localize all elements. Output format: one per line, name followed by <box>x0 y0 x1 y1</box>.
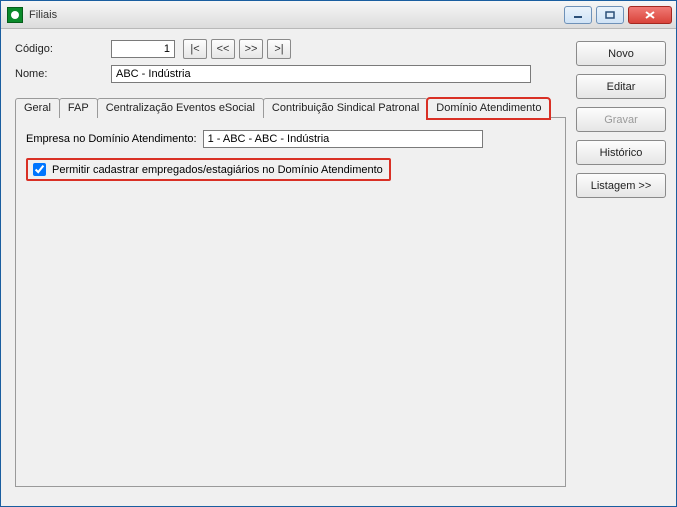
tab-fap[interactable]: FAP <box>59 98 98 118</box>
window-title: Filiais <box>29 9 564 21</box>
tabs: Geral FAP Centralização Eventos eSocial … <box>15 97 566 487</box>
codigo-input[interactable] <box>111 40 175 58</box>
codigo-label: Código: <box>15 43 111 55</box>
tab-panel-dominio: Empresa no Domínio Atendimento: Permitir… <box>15 117 566 487</box>
gravar-button[interactable]: Gravar <box>576 107 666 132</box>
novo-button[interactable]: Novo <box>576 41 666 66</box>
window-filial: Filiais Código: |< << >> >| <box>0 0 677 507</box>
nav-next-button[interactable]: >> <box>239 39 263 59</box>
maximize-button[interactable] <box>596 6 624 24</box>
main-area: Código: |< << >> >| Nome: Geral FAP Cent… <box>15 39 566 496</box>
close-icon <box>644 10 656 20</box>
minimize-icon <box>573 11 583 19</box>
nome-input[interactable] <box>111 65 531 83</box>
permitir-cadastrar-label: Permitir cadastrar empregados/estagiário… <box>52 164 383 176</box>
tab-dominio-atendimento[interactable]: Domínio Atendimento <box>427 98 550 119</box>
row-nome: Nome: <box>15 65 566 83</box>
close-button[interactable] <box>628 6 672 24</box>
nav-first-button[interactable]: |< <box>183 39 207 59</box>
nav-last-button[interactable]: >| <box>267 39 291 59</box>
empresa-dominio-label: Empresa no Domínio Atendimento: <box>26 133 197 145</box>
maximize-icon <box>605 11 615 19</box>
side-buttons: Novo Editar Gravar Histórico Listagem >> <box>576 39 666 496</box>
permitir-cadastrar-row: Permitir cadastrar empregados/estagiário… <box>26 158 391 181</box>
titlebar: Filiais <box>1 1 676 29</box>
historico-button[interactable]: Histórico <box>576 140 666 165</box>
nome-label: Nome: <box>15 68 111 80</box>
tab-geral[interactable]: Geral <box>15 98 60 118</box>
row-codigo: Código: |< << >> >| <box>15 39 566 59</box>
window-controls <box>564 6 672 24</box>
permitir-cadastrar-checkbox[interactable] <box>33 163 46 176</box>
empresa-dominio-input[interactable] <box>203 130 483 148</box>
app-icon <box>7 7 23 23</box>
row-empresa-dominio: Empresa no Domínio Atendimento: <box>26 130 555 148</box>
nav-prev-button[interactable]: << <box>211 39 235 59</box>
record-nav: |< << >> >| <box>183 39 291 59</box>
tab-contribuicao[interactable]: Contribuição Sindical Patronal <box>263 98 428 118</box>
editar-button[interactable]: Editar <box>576 74 666 99</box>
client-area: Código: |< << >> >| Nome: Geral FAP Cent… <box>1 29 676 506</box>
minimize-button[interactable] <box>564 6 592 24</box>
listagem-button[interactable]: Listagem >> <box>576 173 666 198</box>
tab-strip: Geral FAP Centralização Eventos eSocial … <box>15 97 566 118</box>
tab-centralizacao[interactable]: Centralização Eventos eSocial <box>97 98 264 118</box>
